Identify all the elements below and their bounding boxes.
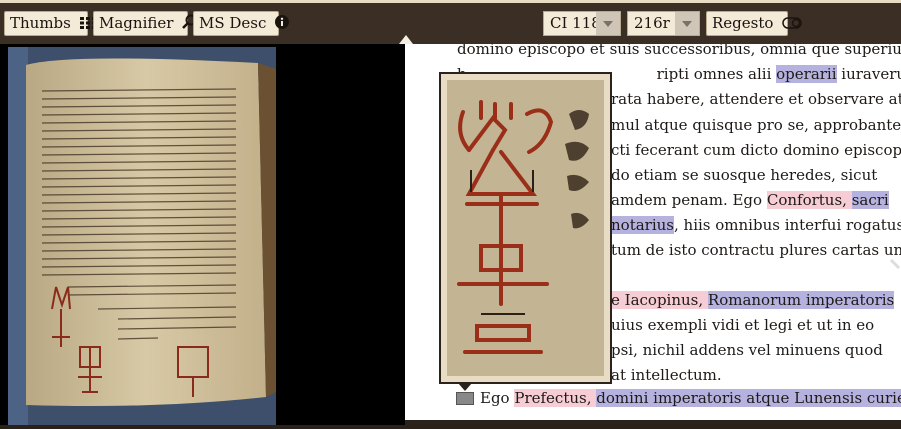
chevron-down-icon	[596, 12, 620, 35]
text-line: rata habere, attendere et observare atqu…	[611, 90, 901, 108]
info-icon	[275, 13, 290, 36]
magnifier-label: Magnifier	[99, 14, 174, 32]
text-fragment: , hiis omnibus interfui rogatus et	[674, 216, 901, 234]
folio-select[interactable]: 216r	[627, 11, 700, 36]
image-icon[interactable]	[456, 392, 474, 405]
person-highlight[interactable]: e Iacopinus,	[611, 291, 708, 309]
entity-highlight[interactable]: domini imperatoris atque Lunensis curie	[596, 389, 901, 407]
manuscript-image[interactable]	[8, 47, 276, 425]
text-line: tum de isto contractu plures cartas uno	[611, 241, 901, 259]
ms-desc-label: MS Desc	[199, 14, 267, 32]
text-fragment: Ego	[480, 389, 515, 407]
chevron-down-icon	[675, 12, 699, 35]
regesto-button[interactable]: Regesto	[706, 11, 802, 36]
folio-value: 216r	[634, 14, 670, 32]
magnifier-button[interactable]: Magnifier	[93, 11, 197, 36]
text-line: do etiam se suosque heredes, sicut	[611, 166, 878, 184]
entity-highlight[interactable]: operarii	[776, 65, 837, 83]
manuscript-value: CI 118	[550, 14, 601, 32]
text-line: notarius, hiis omnibus interfui rogatus …	[611, 216, 901, 234]
text-line: amdem penam. Ego Confortus, sacri	[611, 191, 889, 209]
person-highlight[interactable]: Confortus,	[766, 191, 852, 209]
person-highlight[interactable]: Prefectus,	[514, 389, 597, 407]
text-line: cti fecerant cum dicto domino episcopo,	[611, 141, 901, 159]
text-line: Ego Prefectus, domini imperatoris atque …	[480, 389, 901, 407]
scroll-indicator	[889, 258, 901, 270]
text-line: at intellectum.	[611, 366, 722, 384]
toolbar: Thumbs Magnifier MS Desc CI 118 216r Reg…	[0, 0, 901, 44]
entity-highlight[interactable]: sacri	[851, 191, 889, 209]
regesto-label: Regesto	[712, 14, 774, 32]
text-line: psi, nichil addens vel minuens quod	[611, 341, 883, 359]
popup-pointer	[458, 383, 472, 391]
pane-border	[405, 420, 901, 425]
entity-highlight[interactable]: Romanorum imperatoris	[707, 291, 895, 309]
manuscript-select[interactable]: CI 118	[543, 11, 621, 36]
thumbs-label: Thumbs	[10, 14, 71, 32]
thumbs-button[interactable]: Thumbs	[4, 11, 96, 36]
pane-pointer	[399, 35, 413, 44]
text-fragment: ripti omnes alii	[656, 65, 777, 83]
text-line: domino episcopo et suis successoribus, o…	[457, 44, 901, 58]
signum-zoom-popup[interactable]	[439, 72, 612, 384]
ms-desc-button[interactable]: MS Desc	[193, 11, 290, 36]
text-line: uius exempli vidi et legi et ut in eo	[611, 316, 875, 334]
text-line: mul atque quisque pro se, approbantes	[611, 116, 901, 134]
toggle-icon	[782, 13, 802, 36]
entity-highlight[interactable]: notarius	[611, 216, 674, 234]
text-fragment: iuraverunt et	[841, 65, 901, 83]
text-line: e Iacopinus, Romanorum imperatoris	[611, 291, 895, 309]
image-viewer[interactable]	[0, 44, 405, 425]
text-fragment: amdem penam. Ego	[611, 191, 767, 209]
